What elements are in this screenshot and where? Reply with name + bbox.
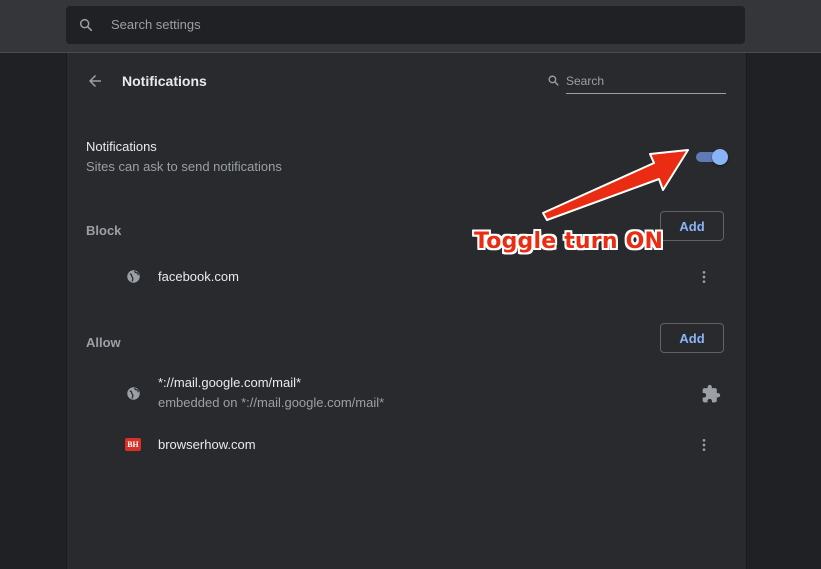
annotation-arrow — [542, 149, 689, 221]
annotation-label: Toggle turn ON — [474, 229, 664, 254]
